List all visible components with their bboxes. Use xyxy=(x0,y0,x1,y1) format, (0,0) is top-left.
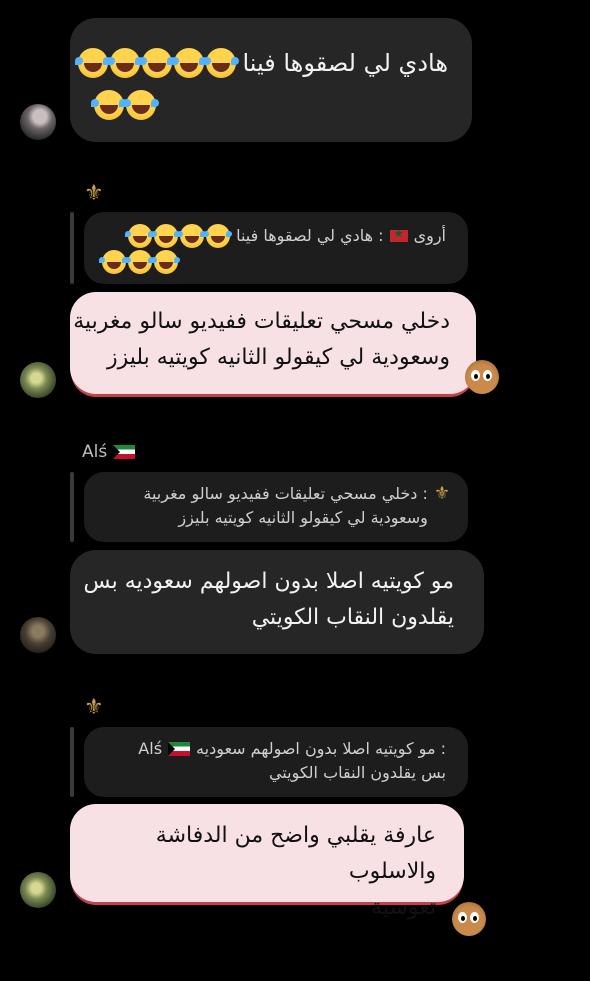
laughing-with-tears-emoji xyxy=(125,224,153,248)
laughing-emoji-group xyxy=(99,250,178,274)
reply-preview[interactable]: ⚜ : دخلي مسحي تعليقات ففيديو سالو مغربية… xyxy=(84,472,468,542)
laughing-with-tears-emoji xyxy=(177,224,205,248)
bear-sticker-icon xyxy=(452,902,486,936)
kuwait-flag-icon xyxy=(168,742,191,756)
reply-sender-name: Alś xyxy=(138,739,163,758)
reply-quoted-text: : هادي لي لصقوها فينا xyxy=(236,226,384,245)
message-bubble[interactable]: هادي لي لصقوها فينا xyxy=(70,18,472,142)
reply-quoted-text: : دخلي مسحي تعليقات ففيديو سالو مغربية و… xyxy=(143,484,428,527)
fleur-de-lis-icon: ⚜ xyxy=(433,483,450,504)
reply-indicator-bar xyxy=(70,472,74,542)
laughing-with-tears-emoji xyxy=(203,224,231,248)
reply-indicator-bar xyxy=(70,727,74,797)
avatar[interactable] xyxy=(20,872,56,908)
message-bubble[interactable]: عارفة يقلبي واضح من الدفاشة والاسلوب تعو… xyxy=(70,804,464,920)
laughing-with-tears-emoji xyxy=(139,48,173,78)
message-bubble[interactable]: دخلي مسحي تعليقات ففيديو سالو مغربية وسع… xyxy=(70,292,476,394)
reply-indicator-bar xyxy=(70,212,74,284)
laughing-with-tears-emoji xyxy=(151,250,178,274)
laughing-emoji-group xyxy=(125,224,231,248)
laughing-emoji-group xyxy=(75,48,237,78)
message-text: دخلي مسحي تعليقات ففيديو سالو مغربية وسع… xyxy=(73,309,450,370)
reply-preview[interactable]: أروى : هادي لي لصقوها فينا xyxy=(84,212,468,284)
reply-quoted-text: : مو كويتيه اصلا بدون اصولهم سعوديه بس ي… xyxy=(196,739,446,782)
fleur-de-lis-icon: ⚜ xyxy=(84,181,104,206)
message-bubble[interactable]: مو كويتيه اصلا بدون اصولهم سعوديه بس يقل… xyxy=(70,550,484,654)
laughing-with-tears-emoji xyxy=(151,224,179,248)
message-text: مو كويتيه اصلا بدون اصولهم سعوديه بس يقل… xyxy=(83,569,454,630)
laughing-with-tears-emoji xyxy=(75,48,109,78)
reply-sender-name: أروى xyxy=(413,226,446,245)
avatar[interactable] xyxy=(20,104,56,140)
fleur-de-lis-icon: ⚜ xyxy=(84,695,104,720)
laughing-with-tears-emoji xyxy=(171,48,205,78)
avatar[interactable] xyxy=(20,362,56,398)
bear-sticker-icon xyxy=(465,360,499,394)
reply-preview[interactable]: : مو كويتيه اصلا بدون اصولهم سعوديه بس ي… xyxy=(84,727,468,797)
kuwait-flag-icon xyxy=(113,445,136,459)
laughing-with-tears-emoji xyxy=(123,90,156,120)
laughing-with-tears-emoji xyxy=(99,250,126,274)
avatar[interactable] xyxy=(20,617,56,653)
laughing-with-tears-emoji xyxy=(203,48,237,78)
laughing-with-tears-emoji xyxy=(125,250,152,274)
laughing-with-tears-emoji xyxy=(91,90,124,120)
message-text: عارفة يقلبي واضح من الدفاشة والاسلوب تعو… xyxy=(155,823,436,920)
morocco-flag-icon xyxy=(389,227,408,242)
message-text: هادي لي لصقوها فينا xyxy=(242,49,448,77)
laughing-with-tears-emoji xyxy=(107,48,141,78)
laughing-emoji-group xyxy=(91,90,156,120)
username-label[interactable]: Alś xyxy=(82,442,136,462)
username: Alś xyxy=(82,442,108,462)
